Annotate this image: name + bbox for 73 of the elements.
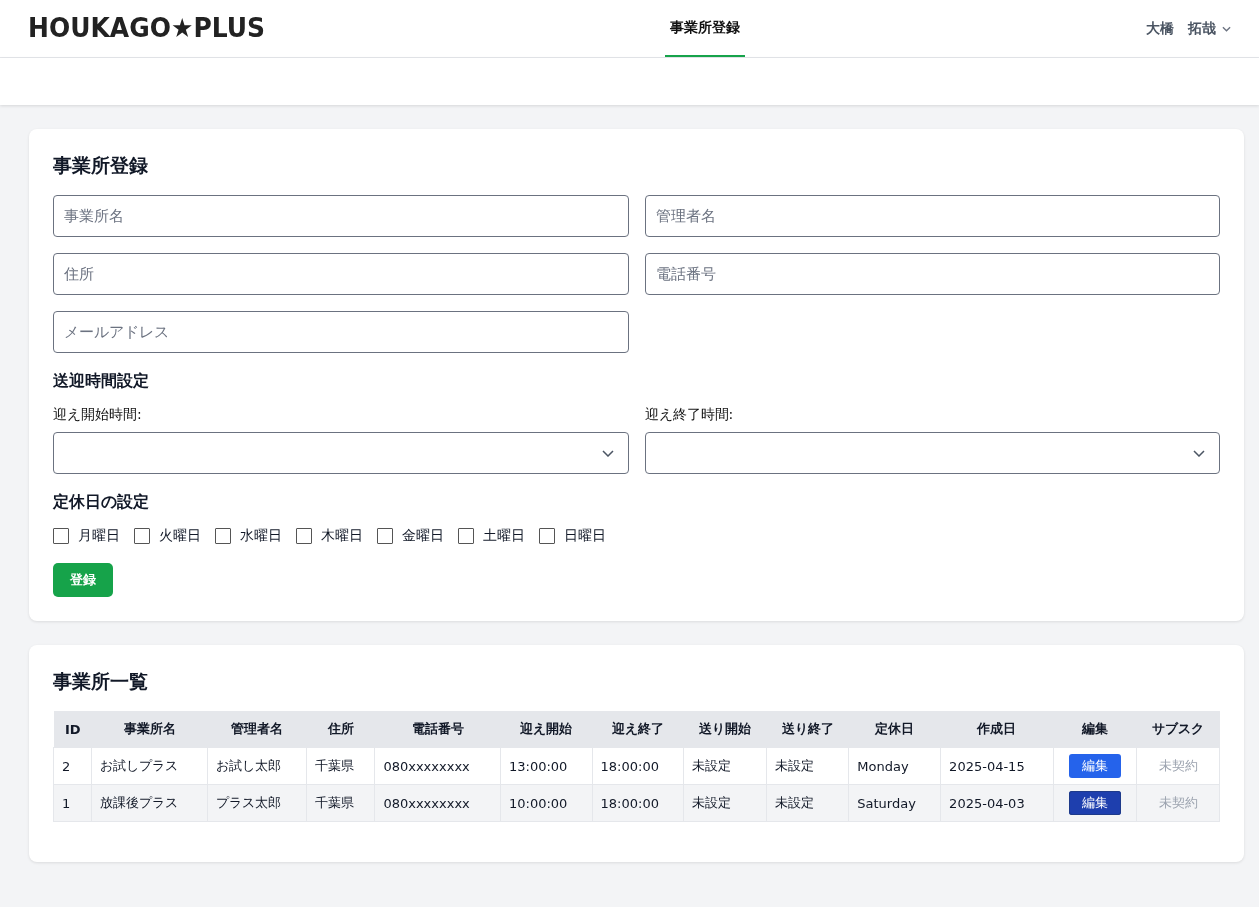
logo[interactable]: HOUKAGO★PLUS (28, 13, 528, 44)
checkbox[interactable] (539, 528, 555, 544)
field-label: 迎え開始時間: (53, 406, 143, 424)
table-cell: Monday (848, 747, 941, 785)
list-title: 事業所一覧 (53, 669, 149, 694)
column-header: サブスク (1136, 711, 1220, 748)
section-title: 定休日の設定 (53, 492, 150, 513)
checkbox[interactable] (53, 528, 69, 544)
table-cell: 080xxxxxxxx (374, 784, 501, 822)
table-cell: 千葉県 (306, 784, 375, 822)
table-cell: 10:00:00 (500, 784, 593, 822)
column-header: 迎え終了 (592, 711, 684, 748)
checkbox-label: 土曜日 (483, 527, 525, 545)
table-cell: 13:00:00 (500, 747, 593, 785)
section-title: 送迎時間設定 (53, 371, 150, 392)
caret-icon (1222, 25, 1231, 32)
input-field[interactable]: 管理者名 (644, 195, 1220, 237)
column-header: 送り終了 (766, 711, 849, 748)
input-field[interactable]: 住所 (53, 253, 629, 295)
table-cell: 千葉県 (306, 747, 375, 785)
column-header: 定休日 (848, 711, 941, 748)
table-cell: Saturday (848, 784, 941, 822)
table-cell: 放課後プラス (91, 784, 208, 822)
column-header: 住所 (306, 711, 375, 748)
subscription-status: 未契約 (1136, 784, 1220, 822)
table-cell: 2 (53, 747, 92, 785)
table-cell: 未設定 (766, 747, 849, 785)
column-header: 編集 (1053, 711, 1137, 748)
column-header: 作成日 (940, 711, 1054, 748)
edit-button[interactable]: 編集 (1068, 754, 1121, 778)
column-header: 電話番号 (374, 711, 501, 748)
subscription-status: 未契約 (1136, 747, 1220, 785)
checkbox-label: 金曜日 (402, 527, 444, 545)
user-first-name: 拓哉 (1188, 19, 1216, 38)
table-cell: 2025-04-03 (940, 784, 1054, 822)
table-cell: プラス太郎 (207, 784, 307, 822)
column-header: 管理者名 (207, 711, 307, 748)
input-field[interactable]: 事業所名 (53, 195, 629, 237)
checkbox-label: 火曜日 (159, 527, 201, 545)
table-cell: 18:00:00 (592, 747, 684, 785)
checkbox[interactable] (134, 528, 150, 544)
column-header: 迎え開始 (500, 711, 593, 748)
table-cell: お試しプラス (91, 747, 208, 785)
chevron-down-icon (601, 449, 614, 457)
input-field[interactable]: 電話番号 (644, 253, 1220, 295)
table-cell: 未設定 (683, 784, 767, 822)
table-cell: 未設定 (766, 784, 849, 822)
field-label: 迎え終了時間: (644, 406, 735, 424)
table-cell: 080xxxxxxxx (374, 747, 501, 785)
checkbox-label: 月曜日 (78, 527, 120, 545)
form-title: 事業所登録 (53, 153, 149, 178)
table-cell: 1 (53, 784, 92, 822)
checkbox[interactable] (377, 528, 393, 544)
time-select[interactable] (644, 432, 1220, 474)
edit-button[interactable]: 編集 (1068, 791, 1121, 815)
checkbox-label: 水曜日 (240, 527, 282, 545)
input-field[interactable]: メールアドレス (53, 311, 629, 353)
checkbox[interactable] (296, 528, 312, 544)
user-last-name: 大橋 (1146, 19, 1174, 38)
table-cell: 未設定 (683, 747, 767, 785)
table-cell: 18:00:00 (592, 784, 684, 822)
column-header: 事業所名 (91, 711, 208, 748)
checkbox[interactable] (458, 528, 474, 544)
checkbox[interactable] (215, 528, 231, 544)
table-cell: お試し太郎 (207, 747, 307, 785)
column-header: 送り開始 (683, 711, 767, 748)
column-header: ID (53, 711, 92, 748)
table-cell: 2025-04-15 (940, 747, 1054, 785)
chevron-down-icon (1193, 449, 1205, 457)
time-select[interactable] (53, 432, 629, 474)
user-menu[interactable]: 大橋 拓哉 (1146, 0, 1231, 57)
checkbox-label: 木曜日 (321, 527, 363, 545)
checkbox-label: 日曜日 (564, 527, 606, 545)
